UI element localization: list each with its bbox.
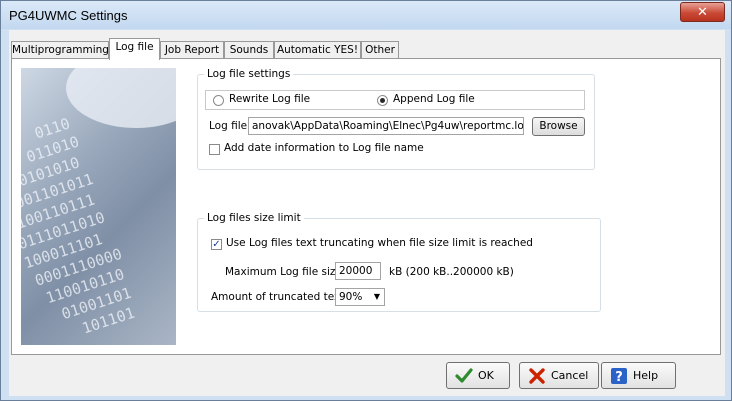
browse-button[interactable]: Browse (532, 117, 585, 136)
log-file-path-input[interactable]: anovak\AppData\Roaming\Elnec\Pg4uw\repor… (248, 117, 524, 135)
help-button[interactable]: ? Help (601, 362, 676, 389)
append-log-label[interactable]: Append Log file (393, 93, 475, 105)
max-size-input[interactable]: 20000 (335, 262, 381, 280)
close-button[interactable]: ✕ (680, 2, 725, 22)
log-file-tab-panel: 0110 011010 0101010 001101011 100110111 … (11, 58, 721, 355)
tab-other[interactable]: Other (361, 41, 399, 59)
truncate-label[interactable]: Use Log files text truncating when file … (226, 237, 533, 249)
truncate-checkbox[interactable]: ✓ (211, 239, 222, 250)
window-title: PG4UWMC Settings (9, 8, 128, 23)
add-date-label[interactable]: Add date information to Log file name (224, 142, 424, 154)
svg-text:?: ? (615, 370, 623, 385)
dialog-body: Multiprogramming Log file Job Report Sou… (9, 30, 725, 396)
log-file-settings-legend: Log file settings (207, 68, 291, 80)
cancel-button[interactable]: Cancel (519, 362, 599, 389)
tab-job-report[interactable]: Job Report (160, 41, 224, 59)
max-size-label: Maximum Log file size: (225, 266, 346, 278)
tab-log-file[interactable]: Log file (109, 38, 160, 60)
amount-truncated-value: 90% (339, 291, 363, 303)
append-log-radio[interactable] (377, 95, 388, 106)
tab-sounds[interactable]: Sounds (224, 41, 274, 59)
amount-truncated-label: Amount of truncated text: (211, 291, 348, 303)
help-label: Help (633, 369, 659, 382)
settings-window: PG4UWMC Settings ✕ Multiprogramming Log … (0, 0, 732, 401)
rewrite-log-radio[interactable] (213, 95, 224, 106)
tab-multiprogramming[interactable]: Multiprogramming (11, 41, 109, 59)
title-bar: PG4UWMC Settings ✕ (1, 1, 731, 29)
ok-button[interactable]: OK (446, 362, 510, 389)
max-size-unit: kB (200 kB..200000 kB) (389, 266, 514, 278)
x-icon (529, 368, 545, 384)
binary-banner-image: 0110 011010 0101010 001101011 100110111 … (21, 68, 176, 345)
rewrite-log-label[interactable]: Rewrite Log file (229, 93, 310, 105)
dropdown-arrow-icon: ▼ (373, 292, 380, 301)
log-size-limit-legend: Log files size limit (207, 212, 301, 224)
checkmark-icon (455, 368, 473, 383)
amount-truncated-select[interactable]: 90% ▼ (335, 288, 385, 306)
tab-automatic-yes[interactable]: Automatic YES! (274, 41, 361, 59)
question-icon: ? (611, 368, 627, 385)
log-file-path-label: Log file: (209, 120, 251, 132)
ok-label: OK (478, 369, 494, 382)
cancel-label: Cancel (551, 369, 589, 382)
add-date-checkbox[interactable] (209, 144, 220, 155)
